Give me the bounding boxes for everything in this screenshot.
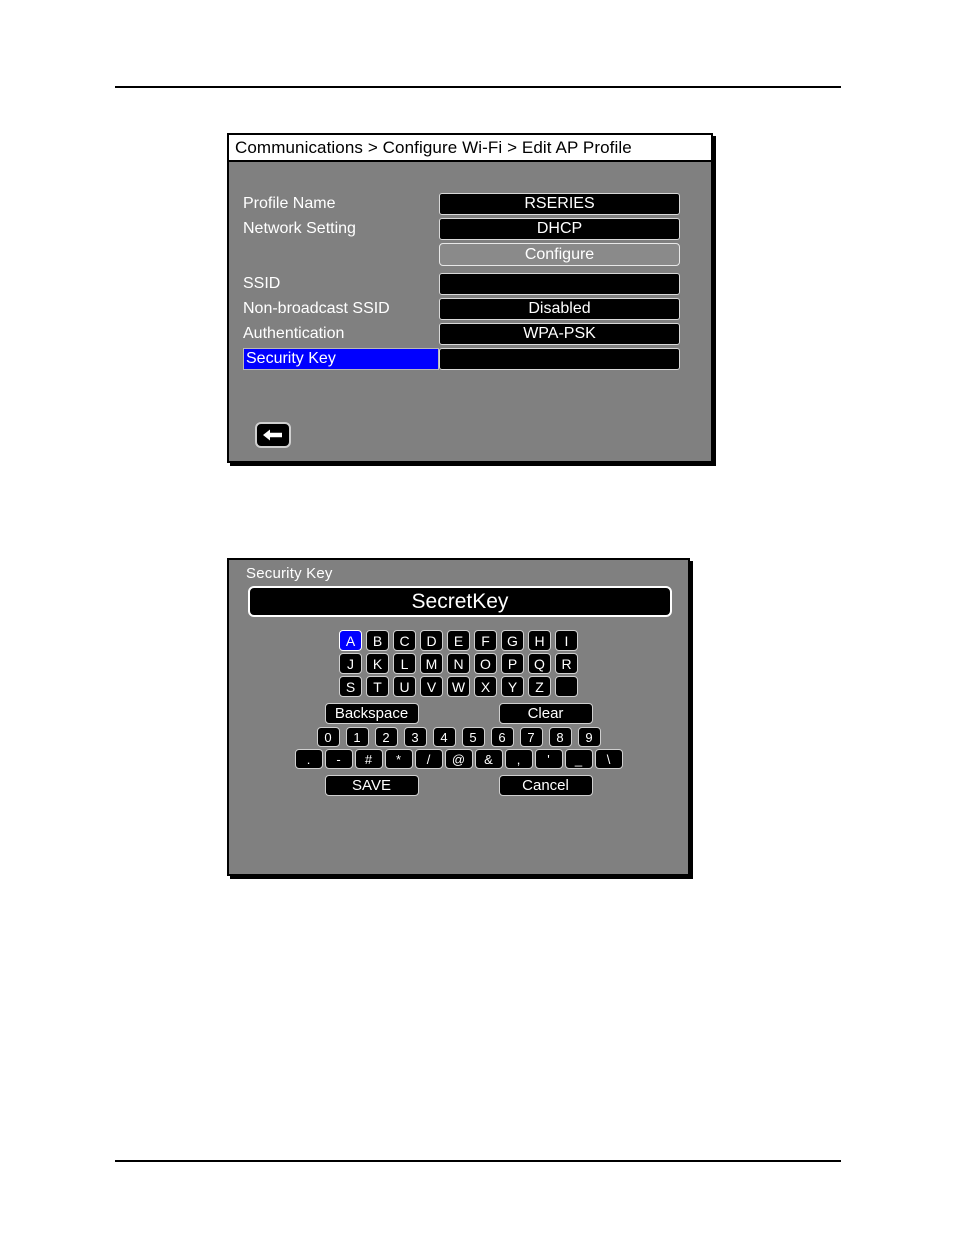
key-g[interactable]: G — [501, 630, 524, 651]
value-profile-name[interactable]: RSERIES — [439, 193, 680, 215]
key-v[interactable]: V — [420, 676, 443, 697]
key-u[interactable]: U — [393, 676, 416, 697]
form-row-ssid[interactable]: SSID — [243, 273, 680, 295]
key-e[interactable]: E — [447, 630, 470, 651]
key-j[interactable]: J — [339, 653, 362, 674]
key-q[interactable]: Q — [528, 653, 551, 674]
key-backslash[interactable]: \ — [594, 749, 623, 769]
value-ssid[interactable] — [439, 273, 680, 295]
key-4[interactable]: 4 — [432, 727, 456, 747]
key-f[interactable]: F — [474, 630, 497, 651]
key-7[interactable]: 7 — [519, 727, 543, 747]
value-security-key[interactable] — [439, 348, 680, 370]
key-o[interactable]: O — [474, 653, 497, 674]
save-button[interactable]: SAVE — [324, 775, 419, 796]
back-button[interactable] — [255, 422, 291, 448]
key-n[interactable]: N — [447, 653, 470, 674]
key-apostrophe[interactable]: ' — [534, 749, 563, 769]
key-at[interactable]: @ — [444, 749, 473, 769]
form-row-security-key[interactable]: Security Key — [243, 348, 680, 370]
form-row-profile-name[interactable]: Profile Name RSERIES — [243, 193, 680, 215]
label-network-setting: Network Setting — [243, 220, 356, 237]
keypad-keys: A B C D E F G H I J K L M N O P Q R S T … — [229, 630, 688, 799]
key-w[interactable]: W — [447, 676, 470, 697]
value-non-broadcast-ssid[interactable]: Disabled — [439, 298, 680, 320]
key-5[interactable]: 5 — [461, 727, 485, 747]
key-ampersand[interactable]: & — [474, 749, 503, 769]
value-network-setting[interactable]: DHCP — [439, 218, 680, 240]
configure-button[interactable]: Configure — [439, 243, 680, 266]
security-key-input[interactable]: SecretKey — [248, 586, 672, 617]
keypad-action-row: SAVE Cancel — [229, 775, 688, 796]
key-i[interactable]: I — [555, 630, 578, 651]
key-1[interactable]: 1 — [345, 727, 369, 747]
breadcrumb-bar: Communications > Configure Wi-Fi > Edit … — [229, 135, 711, 162]
breadcrumb: Communications > Configure Wi-Fi > Edit … — [235, 137, 632, 157]
key-hyphen[interactable]: - — [324, 749, 353, 769]
key-y[interactable]: Y — [501, 676, 524, 697]
security-key-keypad-screen: Security Key SecretKey A B C D E F G H I… — [227, 558, 690, 876]
key-c[interactable]: C — [393, 630, 416, 651]
form-row-authentication[interactable]: Authentication WPA-PSK — [243, 323, 680, 345]
key-a[interactable]: A — [339, 630, 362, 651]
key-d[interactable]: D — [420, 630, 443, 651]
key-z[interactable]: Z — [528, 676, 551, 697]
key-h[interactable]: H — [528, 630, 551, 651]
keypad-edit-row: Backspace Clear — [229, 703, 688, 724]
keypad-alpha-row-1: A B C D E F G H I — [229, 630, 688, 651]
cancel-button[interactable]: Cancel — [498, 775, 593, 796]
key-slash[interactable]: / — [414, 749, 443, 769]
key-9[interactable]: 9 — [577, 727, 601, 747]
profile-form: Profile Name RSERIES Network Setting DHC… — [229, 164, 711, 461]
label-ssid: SSID — [243, 275, 281, 292]
key-l[interactable]: L — [393, 653, 416, 674]
page-header-rule — [115, 86, 841, 88]
key-k[interactable]: K — [366, 653, 389, 674]
backspace-key[interactable]: Backspace — [324, 703, 419, 724]
keypad-alpha-row-3: S T U V W X Y Z — [229, 676, 688, 697]
key-period[interactable]: . — [294, 749, 323, 769]
key-r[interactable]: R — [555, 653, 578, 674]
key-hash[interactable]: # — [354, 749, 383, 769]
key-p[interactable]: P — [501, 653, 524, 674]
value-authentication[interactable]: WPA-PSK — [439, 323, 680, 345]
form-row-configure[interactable]: Configure — [243, 243, 680, 266]
key-comma[interactable]: , — [504, 749, 533, 769]
key-x[interactable]: X — [474, 676, 497, 697]
form-row-network-setting[interactable]: Network Setting DHCP — [243, 218, 680, 240]
keypad-title: Security Key — [246, 565, 333, 582]
form-row-non-broadcast-ssid[interactable]: Non-broadcast SSID Disabled — [243, 298, 680, 320]
key-b[interactable]: B — [366, 630, 389, 651]
edit-ap-profile-screen: Communications > Configure Wi-Fi > Edit … — [227, 133, 713, 463]
label-profile-name: Profile Name — [243, 195, 336, 212]
label-non-broadcast-ssid: Non-broadcast SSID — [243, 300, 390, 317]
keypad-symbol-row: . - # * / @ & , ' _ \ — [229, 749, 688, 769]
key-6[interactable]: 6 — [490, 727, 514, 747]
label-authentication: Authentication — [243, 325, 345, 342]
key-asterisk[interactable]: * — [384, 749, 413, 769]
clear-key[interactable]: Clear — [498, 703, 593, 724]
label-security-key: Security Key — [243, 348, 439, 370]
keypad-number-row: 0 1 2 3 4 5 6 7 8 9 — [229, 727, 688, 747]
keypad-alpha-row-2: J K L M N O P Q R — [229, 653, 688, 674]
left-arrow-icon — [262, 428, 284, 442]
page-footer-rule — [115, 1160, 841, 1162]
key-t[interactable]: T — [366, 676, 389, 697]
key-space[interactable] — [555, 676, 578, 697]
key-2[interactable]: 2 — [374, 727, 398, 747]
key-underscore[interactable]: _ — [564, 749, 593, 769]
key-0[interactable]: 0 — [316, 727, 340, 747]
key-3[interactable]: 3 — [403, 727, 427, 747]
key-m[interactable]: M — [420, 653, 443, 674]
key-s[interactable]: S — [339, 676, 362, 697]
key-8[interactable]: 8 — [548, 727, 572, 747]
